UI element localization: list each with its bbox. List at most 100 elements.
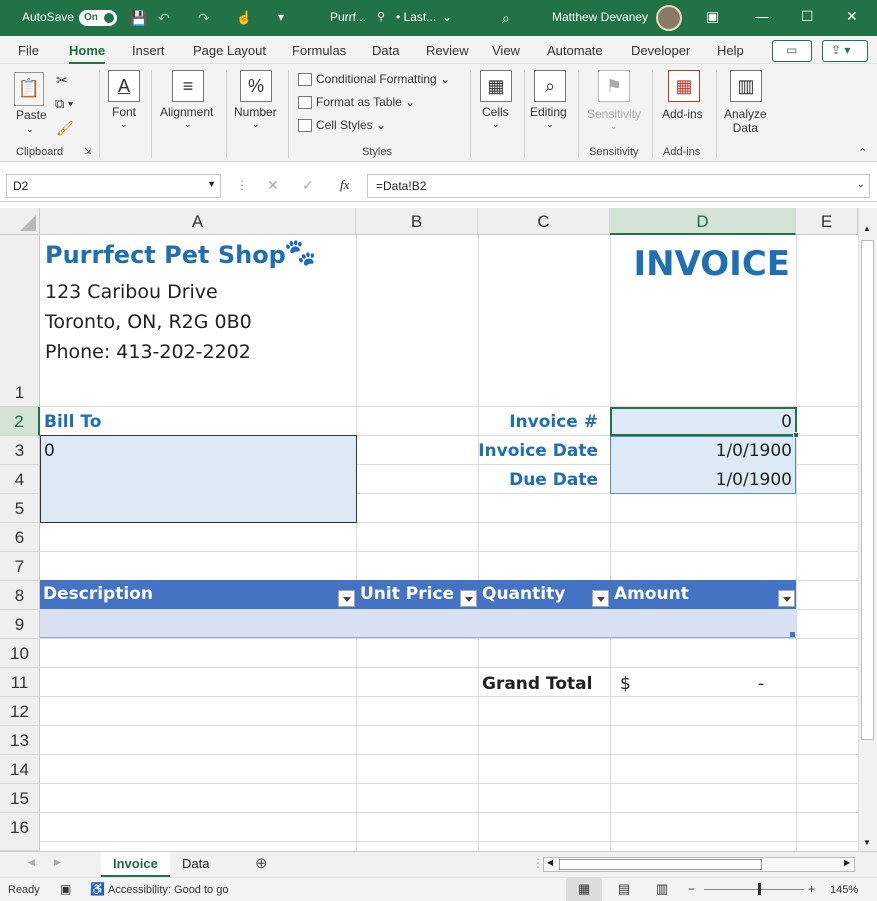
zoom-out-icon[interactable]: −	[688, 882, 695, 896]
row-header-5[interactable]: 5	[0, 494, 40, 523]
expand-formula-icon[interactable]: ⌄	[857, 179, 865, 190]
tab-review[interactable]: Review	[426, 43, 469, 58]
column-header-a[interactable]: A	[40, 208, 356, 235]
cell-styles-button[interactable]: Cell Styles ⌄	[298, 118, 386, 133]
scroll-right-icon[interactable]: ▶	[844, 858, 850, 867]
row-header-13[interactable]: 13	[0, 726, 40, 755]
addins-button[interactable]: Add-ins	[662, 107, 703, 121]
tab-automate[interactable]: Automate	[547, 43, 603, 58]
scroll-thumb[interactable]	[861, 240, 874, 740]
chevron-down-icon[interactable]: ⌄	[492, 119, 500, 130]
table-resize-handle[interactable]	[790, 632, 795, 637]
table-row[interactable]	[40, 609, 796, 638]
tab-formulas[interactable]: Formulas	[292, 43, 346, 58]
row-header-2[interactable]: 2	[0, 407, 40, 436]
save-icon[interactable]: 💾	[130, 10, 147, 27]
percent-icon[interactable]: %	[240, 70, 272, 102]
user-name[interactable]: Matthew Devaney	[552, 10, 648, 24]
cells-icon[interactable]: ▦	[480, 70, 512, 102]
row-header-6[interactable]: 6	[0, 523, 40, 552]
magnifier-icon[interactable]: ⌕	[534, 70, 566, 102]
vertical-scrollbar[interactable]: ▲ ▼	[858, 208, 877, 851]
cells-button[interactable]: Cells	[482, 105, 509, 119]
clipboard-launcher-icon[interactable]: ⇲	[84, 146, 92, 157]
scroll-down-icon[interactable]: ▼	[863, 838, 871, 847]
tab-developer[interactable]: Developer	[631, 43, 690, 58]
sheet-tab-invoice[interactable]: Invoice	[101, 852, 170, 877]
cut-icon[interactable]: ✂	[56, 72, 68, 89]
redo-icon[interactable]: ↷	[198, 10, 210, 27]
maximize-icon[interactable]: ☐	[801, 8, 814, 25]
bill-to-field[interactable]	[40, 435, 357, 523]
share-button[interactable]: ⇪ ▾	[822, 40, 868, 62]
comments-button[interactable]: ▭	[772, 40, 812, 62]
copy-icon[interactable]: ⧉ ▾	[55, 96, 73, 112]
zoom-level[interactable]: 145%	[830, 884, 858, 896]
accessibility-icon[interactable]: ♿	[90, 882, 105, 896]
row-header-4[interactable]: 4	[0, 465, 40, 494]
row-header-11[interactable]: 11	[0, 668, 40, 697]
fill-handle[interactable]	[793, 432, 799, 438]
autosave-toggle[interactable]: On	[79, 10, 117, 26]
tab-help[interactable]: Help	[717, 43, 744, 58]
zoom-slider-thumb[interactable]	[758, 883, 761, 895]
customize-qat-icon[interactable]: ▾	[278, 10, 284, 24]
font-button[interactable]: Font	[112, 105, 136, 119]
cancel-icon[interactable]: ✕	[267, 177, 279, 194]
tab-data[interactable]: Data	[372, 43, 399, 58]
filter-dropdown-icon[interactable]	[778, 590, 795, 607]
page-break-icon[interactable]: ▥	[656, 881, 668, 897]
macro-record-icon[interactable]: ▣	[60, 882, 71, 896]
zoom-slider[interactable]	[704, 889, 804, 890]
tab-view[interactable]: View	[492, 43, 520, 58]
normal-view-button[interactable]: ▦	[566, 878, 602, 901]
name-box[interactable]: D2 ▼	[6, 174, 221, 198]
page-layout-icon[interactable]: ▤	[618, 881, 630, 897]
next-sheet-icon[interactable]: ▶	[54, 857, 61, 868]
undo-icon[interactable]: ↶	[158, 10, 170, 27]
tab-home[interactable]: Home	[69, 43, 106, 65]
sheet-tab-data[interactable]: Data	[170, 852, 221, 877]
column-header-b[interactable]: B	[356, 208, 478, 235]
row-header-7[interactable]: 7	[0, 552, 40, 581]
insert-function-icon[interactable]: fx	[340, 177, 349, 193]
alignment-icon[interactable]: ≡	[172, 70, 204, 102]
chevron-down-icon[interactable]: ⌄	[546, 119, 554, 130]
scroll-left-icon[interactable]: ◀	[547, 858, 553, 867]
paste-button[interactable]: Paste	[16, 108, 47, 122]
file-name[interactable]: Purrf...	[330, 10, 366, 24]
row-header-16[interactable]: 16	[0, 813, 40, 851]
row-header-10[interactable]: 10	[0, 639, 40, 668]
column-header-e[interactable]: E	[796, 208, 858, 235]
conditional-formatting-button[interactable]: Conditional Formatting ⌄	[298, 72, 450, 87]
enter-icon[interactable]: ✓	[302, 177, 314, 194]
editing-button[interactable]: Editing	[530, 105, 567, 119]
collapse-ribbon-icon[interactable]: ⌃	[858, 146, 867, 159]
row-header-12[interactable]: 12	[0, 697, 40, 726]
chevron-down-icon[interactable]: ▼	[207, 179, 216, 189]
row-header-14[interactable]: 14	[0, 755, 40, 784]
chevron-down-icon[interactable]: ⌄	[252, 119, 260, 130]
filter-dropdown-icon[interactable]	[592, 590, 609, 607]
avatar[interactable]	[656, 5, 682, 31]
row-header-8[interactable]: 8	[0, 581, 40, 610]
filter-dropdown-icon[interactable]	[460, 590, 477, 607]
close-icon[interactable]: ✕	[846, 8, 858, 25]
paste-icon[interactable]: 📋	[14, 72, 44, 106]
tab-page-layout[interactable]: Page Layout	[193, 43, 266, 58]
column-header-d[interactable]: D	[610, 208, 796, 235]
chevron-down-icon[interactable]: ⌄	[120, 119, 128, 130]
number-button[interactable]: Number	[234, 105, 277, 119]
tab-insert[interactable]: Insert	[132, 43, 165, 58]
add-sheet-icon[interactable]: ⊕	[255, 854, 268, 872]
select-all-button[interactable]	[0, 208, 40, 235]
chevron-down-icon[interactable]: ⌄	[184, 119, 192, 130]
worksheet-grid[interactable]: A B C D E 1 2 3 4 5 6 7 8 9 10 11 12 13 …	[0, 208, 858, 851]
filter-dropdown-icon[interactable]	[338, 590, 355, 607]
minimize-icon[interactable]: —	[755, 8, 769, 24]
analyze-data-button[interactable]: Analyze Data	[724, 107, 767, 135]
prev-sheet-icon[interactable]: ◀	[28, 857, 35, 868]
save-status[interactable]: • Last...	[396, 10, 436, 24]
addins-icon[interactable]: ▦	[668, 70, 700, 102]
tab-file[interactable]: File	[18, 43, 39, 58]
